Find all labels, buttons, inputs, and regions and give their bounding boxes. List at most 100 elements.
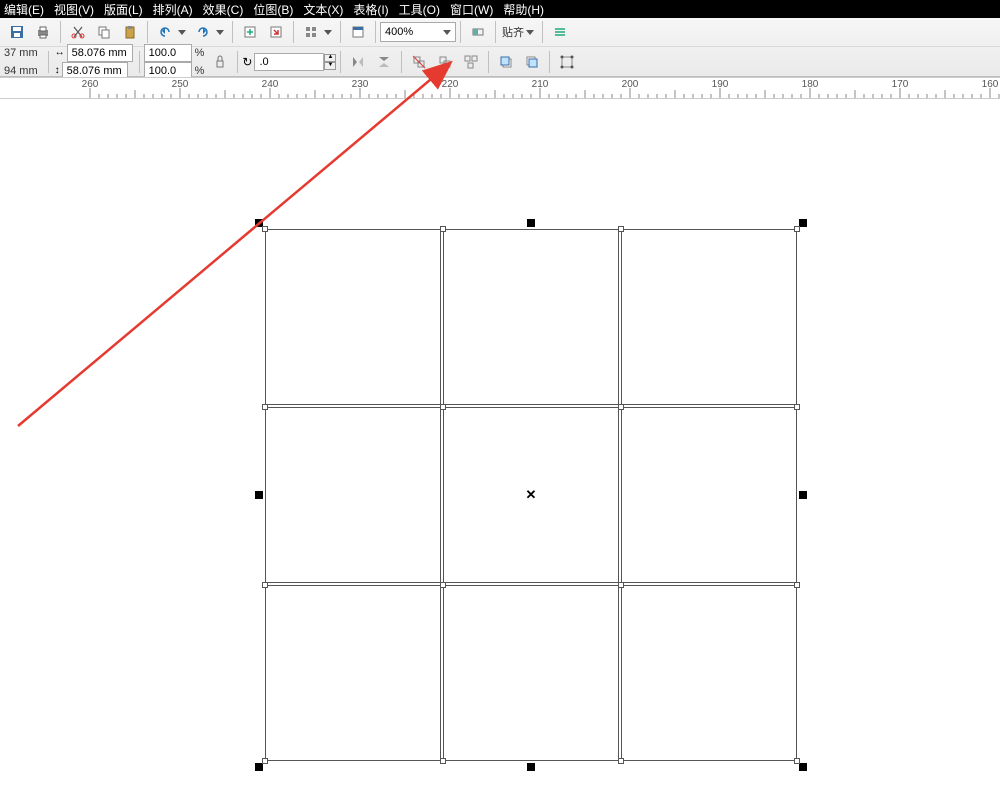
- drawing-canvas[interactable]: ✕: [0, 100, 1000, 792]
- ruler-label: 160: [982, 79, 999, 90]
- selection-handle[interactable]: [799, 763, 807, 771]
- ruler-label: 190: [712, 79, 729, 90]
- grid-node[interactable]: [794, 226, 800, 232]
- grid-cell[interactable]: [265, 407, 441, 583]
- mirror-horizontal-icon[interactable]: [346, 51, 370, 73]
- ruler-label: 180: [802, 79, 819, 90]
- width-icon: ↔: [55, 47, 65, 58]
- ruler-label: 230: [352, 79, 369, 90]
- redo-dropdown[interactable]: [216, 30, 224, 35]
- percent-label: %: [195, 65, 205, 77]
- lock-ratio-icon[interactable]: [208, 51, 232, 73]
- menu-item[interactable]: 工具(O): [399, 1, 440, 18]
- grid-node[interactable]: [440, 226, 446, 232]
- grid-node[interactable]: [794, 758, 800, 764]
- rotation-input[interactable]: [254, 53, 324, 71]
- separator: [340, 51, 341, 73]
- to-back-icon[interactable]: [520, 51, 544, 73]
- menu-item[interactable]: 位图(B): [253, 1, 293, 18]
- grid-node[interactable]: [262, 404, 268, 410]
- rotation-icon: ↻: [242, 55, 252, 69]
- menu-item[interactable]: 表格(I): [353, 1, 388, 18]
- horizontal-ruler[interactable]: 260250240230220210200190180170160: [0, 77, 1000, 99]
- ruler-label: 250: [172, 79, 189, 90]
- grid-node[interactable]: [440, 404, 446, 410]
- menu-item[interactable]: 文本(X): [303, 1, 343, 18]
- undo-dropdown[interactable]: [178, 30, 186, 35]
- menu-item[interactable]: 效果(C): [203, 1, 244, 18]
- grid-node[interactable]: [618, 226, 624, 232]
- separator: [60, 21, 61, 43]
- selection-handle[interactable]: [255, 763, 263, 771]
- grid-node[interactable]: [440, 758, 446, 764]
- main-toolbar: 400% 贴齐 37 mm 94 mm ↔ ↕: [0, 18, 1000, 77]
- menu-item[interactable]: 帮助(H): [503, 1, 544, 18]
- grid-node[interactable]: [262, 226, 268, 232]
- grid-cell[interactable]: [443, 585, 619, 761]
- welcome-icon[interactable]: [346, 21, 370, 43]
- grid-cell[interactable]: [621, 585, 797, 761]
- menubar: 编辑(E) 视图(V) 版面(L) 排列(A) 效果(C) 位图(B) 文本(X…: [0, 0, 1000, 18]
- rotation-spinner[interactable]: ▲▼: [324, 54, 336, 70]
- export-icon[interactable]: [264, 21, 288, 43]
- snap-dropdown[interactable]: [526, 30, 534, 35]
- snap-label[interactable]: 贴齐: [502, 24, 524, 40]
- convert-to-curves-icon[interactable]: [555, 51, 579, 73]
- grid-node[interactable]: [794, 404, 800, 410]
- save-icon[interactable]: [5, 21, 29, 43]
- app-launcher-icon[interactable]: [299, 21, 323, 43]
- menu-item[interactable]: 编辑(E): [4, 1, 44, 18]
- width-input[interactable]: [67, 44, 133, 62]
- cut-icon[interactable]: [66, 21, 90, 43]
- grid-node[interactable]: [794, 582, 800, 588]
- separator: [237, 51, 238, 73]
- grid-node[interactable]: [618, 582, 624, 588]
- ruler-label: 240: [262, 79, 279, 90]
- menu-item[interactable]: 窗口(W): [450, 1, 493, 18]
- grid-node[interactable]: [618, 404, 624, 410]
- selection-handle[interactable]: [527, 219, 535, 227]
- grid-cell[interactable]: [621, 229, 797, 405]
- selection-handle[interactable]: [799, 219, 807, 227]
- ruler-label: 260: [82, 79, 99, 90]
- grid-cell[interactable]: [621, 407, 797, 583]
- redo-icon[interactable]: [191, 21, 215, 43]
- grid-node[interactable]: [262, 758, 268, 764]
- separator: [542, 21, 543, 43]
- paste-icon[interactable]: [118, 21, 142, 43]
- mirror-vertical-icon[interactable]: [372, 51, 396, 73]
- zoom-level-value: 400%: [385, 26, 413, 38]
- menu-item[interactable]: 视图(V): [54, 1, 94, 18]
- x-position-value: 37 mm: [4, 47, 38, 59]
- grid-cell[interactable]: [265, 585, 441, 761]
- scale-x-input[interactable]: [144, 44, 192, 62]
- separator: [139, 51, 140, 73]
- print-icon[interactable]: [31, 21, 55, 43]
- ungroup-all-icon[interactable]: [459, 51, 483, 73]
- snap-icon[interactable]: [466, 21, 490, 43]
- options-icon[interactable]: [548, 21, 572, 43]
- group-icon[interactable]: [433, 51, 457, 73]
- ungroup-icon[interactable]: [407, 51, 431, 73]
- copy-icon[interactable]: [92, 21, 116, 43]
- grid-node[interactable]: [618, 758, 624, 764]
- grid-node[interactable]: [262, 582, 268, 588]
- property-bar: 37 mm 94 mm ↔ ↕ % %: [0, 46, 1000, 76]
- to-front-icon[interactable]: [494, 51, 518, 73]
- selection-handle[interactable]: [255, 491, 263, 499]
- zoom-level-dropdown[interactable]: 400%: [380, 22, 456, 42]
- grid-cell[interactable]: [443, 229, 619, 405]
- selection-handle[interactable]: [527, 763, 535, 771]
- grid-cell[interactable]: [265, 229, 441, 405]
- size-inputs: ↔ ↕: [53, 44, 133, 80]
- percent-label: %: [195, 47, 205, 59]
- menu-item[interactable]: 排列(A): [153, 1, 193, 18]
- ruler-label: 210: [532, 79, 549, 90]
- selection-handle[interactable]: [799, 491, 807, 499]
- undo-icon[interactable]: [153, 21, 177, 43]
- app-launcher-dropdown[interactable]: [324, 30, 332, 35]
- menu-item[interactable]: 版面(L): [104, 1, 143, 18]
- grid-node[interactable]: [440, 582, 446, 588]
- separator: [495, 21, 496, 43]
- import-icon[interactable]: [238, 21, 262, 43]
